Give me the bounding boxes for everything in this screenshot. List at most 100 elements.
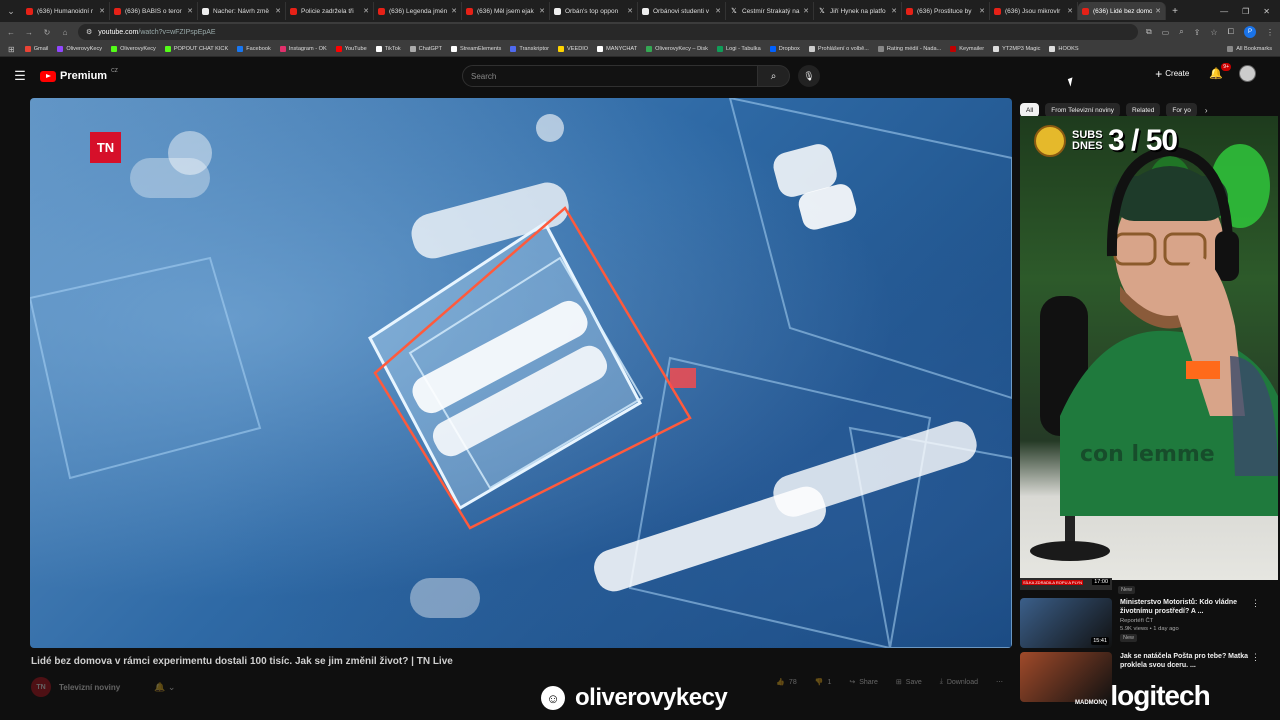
bookmark-item[interactable]: OliverovyKecy – Disk [646,46,708,52]
site-info-icon[interactable]: ⚙ [86,28,92,36]
close-tab-icon[interactable]: ✕ [979,7,985,15]
close-tab-icon[interactable]: ✕ [1155,7,1161,15]
tn-logo: TN [90,132,121,163]
search-button[interactable]: ⌕ [758,65,790,87]
translate-icon[interactable]: ⧉ [1146,27,1152,37]
bookmark-star-icon[interactable]: ☆ [1210,28,1217,37]
share-icon[interactable]: ⇪ [1194,28,1201,37]
like-button[interactable]: 👍 78 [776,678,797,687]
bookmark-item[interactable]: MANYCHAT [597,46,637,52]
extensions-icon[interactable]: ⧠ [1228,27,1234,37]
bookmark-item[interactable]: StreamElements [451,46,501,52]
more-actions-icon[interactable]: ⋯ [996,678,1003,686]
bookmark-item[interactable]: Rating médií - Nada... [877,46,941,52]
bookmark-item[interactable]: YouTube [335,46,367,52]
search-input[interactable] [462,65,758,87]
new-tab-button[interactable]: + [1166,6,1184,17]
bookmark-item[interactable]: POPOUT CHAT KICK [164,46,228,52]
filter-chip[interactable]: All [1020,103,1040,117]
tab-title: (636) Měl jsem ejak [477,7,534,15]
browser-tab[interactable]: (636) Jsou mikrovlr ✕ [990,2,1078,20]
bookmark-item[interactable]: Transkriptor [510,46,549,52]
bookmark-item[interactable]: TikTok [375,46,401,52]
bookmark-item[interactable]: Keymailer [950,46,984,52]
browser-tab[interactable]: Orbánovi studenti v ✕ [638,2,726,20]
close-tab-icon[interactable]: ✕ [891,7,897,15]
close-tab-icon[interactable]: ✕ [275,7,281,15]
bookmark-item[interactable]: VEEDIO [558,46,588,52]
browser-tab[interactable]: (636) Lidé bez domo ✕ [1078,2,1166,20]
notifications-button[interactable]: 🔔 9+ [1209,63,1231,80]
share-button[interactable]: ↪ Share [849,678,878,687]
close-tab-icon[interactable]: ✕ [539,7,545,15]
browser-tab[interactable]: (636) Měl jsem ejak ✕ [462,2,550,20]
browser-tab[interactable]: (636) Humanoidní r ✕ [22,2,110,20]
chevron-right-icon[interactable]: › [1205,106,1208,115]
forward-icon[interactable]: → [24,28,34,37]
more-options-icon[interactable]: ⋮ [1251,598,1260,609]
bookmark-item[interactable]: Facebook [237,46,271,52]
all-bookmarks-button[interactable]: All Bookmarks [1227,46,1272,52]
close-tab-icon[interactable]: ✕ [627,7,633,15]
cast-icon[interactable]: ▭ [1162,28,1170,37]
youtube-play-icon [40,70,56,82]
bookmark-item[interactable]: ChatGPT [409,46,442,52]
voice-search-button[interactable]: 🎙 [798,65,820,87]
bookmark-favicon-icon [558,46,564,52]
video-thumbnail[interactable]: 15:41 [1020,598,1112,648]
recommendation-item[interactable]: 15:41 Ministerstvo Motoristů: Kdo vládne … [1020,598,1260,652]
channel-name[interactable]: Televizní noviny [59,683,120,692]
chrome-menu-icon[interactable]: ⋮ [1266,28,1274,37]
bookmark-item[interactable]: OliverovyKecy [57,46,102,52]
browser-tab[interactable]: Orbán's top oppon ✕ [550,2,638,20]
browser-tab[interactable]: Policie zadržela tři ✕ [286,2,374,20]
save-button[interactable]: ⊞ Save [896,678,922,687]
video-player[interactable]: TN [30,98,1012,648]
tab-search-icon[interactable]: ⌄ [0,0,22,22]
bookmark-item[interactable]: YT2MP3 Magic [993,46,1040,52]
restore-icon[interactable]: ❐ [1242,7,1249,16]
browser-tab[interactable]: 𝕏 Jiří Hynek na platfo ✕ [814,2,902,20]
close-tab-icon[interactable]: ✕ [99,7,105,15]
bookmark-item[interactable]: Dropbox [769,46,800,52]
filter-chip[interactable]: Related [1125,103,1161,117]
close-tab-icon[interactable]: ✕ [715,7,721,15]
browser-tab[interactable]: (636) Legenda jmén ✕ [374,2,462,20]
account-avatar[interactable] [1239,65,1256,82]
profile-avatar[interactable]: P [1244,26,1256,38]
create-button[interactable]: + Create [1151,67,1193,81]
close-tab-icon[interactable]: ✕ [187,7,193,15]
browser-tab[interactable]: Nacher: Návrh změ ✕ [198,2,286,20]
close-tab-icon[interactable]: ✕ [1067,7,1073,15]
browser-tab[interactable]: 𝕏 Čestmír Strakatý na ✕ [726,2,814,20]
more-options-icon[interactable]: ⋮ [1251,652,1260,663]
reload-icon[interactable]: ↻ [42,28,52,37]
bookmark-item[interactable]: HOOKS [1049,46,1079,52]
close-window-icon[interactable]: ✕ [1263,7,1270,16]
channel-avatar[interactable]: TN [31,677,51,697]
dislike-button[interactable]: 👎 1 [815,678,832,687]
partial-thumbnail[interactable]: SÍLKA ZDRADILA ROPU A PLYN 17:00 [1020,578,1112,590]
close-tab-icon[interactable]: ✕ [363,7,369,15]
download-button[interactable]: ⤓ Download [940,678,978,686]
filter-chip[interactable]: From Televizní noviny [1045,103,1120,117]
home-icon[interactable]: ⌂ [60,28,70,37]
subscription-bell-icon[interactable]: 🔔 ⌄ [154,682,175,693]
apps-icon[interactable]: ⊞ [8,45,15,54]
youtube-logo[interactable]: Premium CZ [40,68,118,82]
browser-tab[interactable]: (636) BABIŠ o teror ✕ [110,2,198,20]
bookmark-item[interactable]: Prohlášení o volbě... [808,46,869,52]
bookmark-item[interactable]: Logi - Tabulka [716,46,761,52]
hamburger-menu-icon[interactable]: ☰ [0,68,40,84]
bookmark-item[interactable]: Instagram - OK [279,46,327,52]
close-tab-icon[interactable]: ✕ [803,7,809,15]
zoom-icon[interactable]: ⌕ [1179,27,1183,37]
filter-chip[interactable]: For yo [1166,103,1197,117]
bookmark-item[interactable]: Gmail [24,46,48,52]
address-bar[interactable]: ⚙ youtube.com/watch?v=wFZIPspEpAE [78,24,1138,40]
minimize-icon[interactable]: — [1220,7,1228,16]
back-icon[interactable]: ← [6,28,16,37]
close-tab-icon[interactable]: ✕ [451,7,457,15]
browser-tab[interactable]: (636) Prostituce by ✕ [902,2,990,20]
bookmark-item[interactable]: OliverovyKecy [111,46,156,52]
